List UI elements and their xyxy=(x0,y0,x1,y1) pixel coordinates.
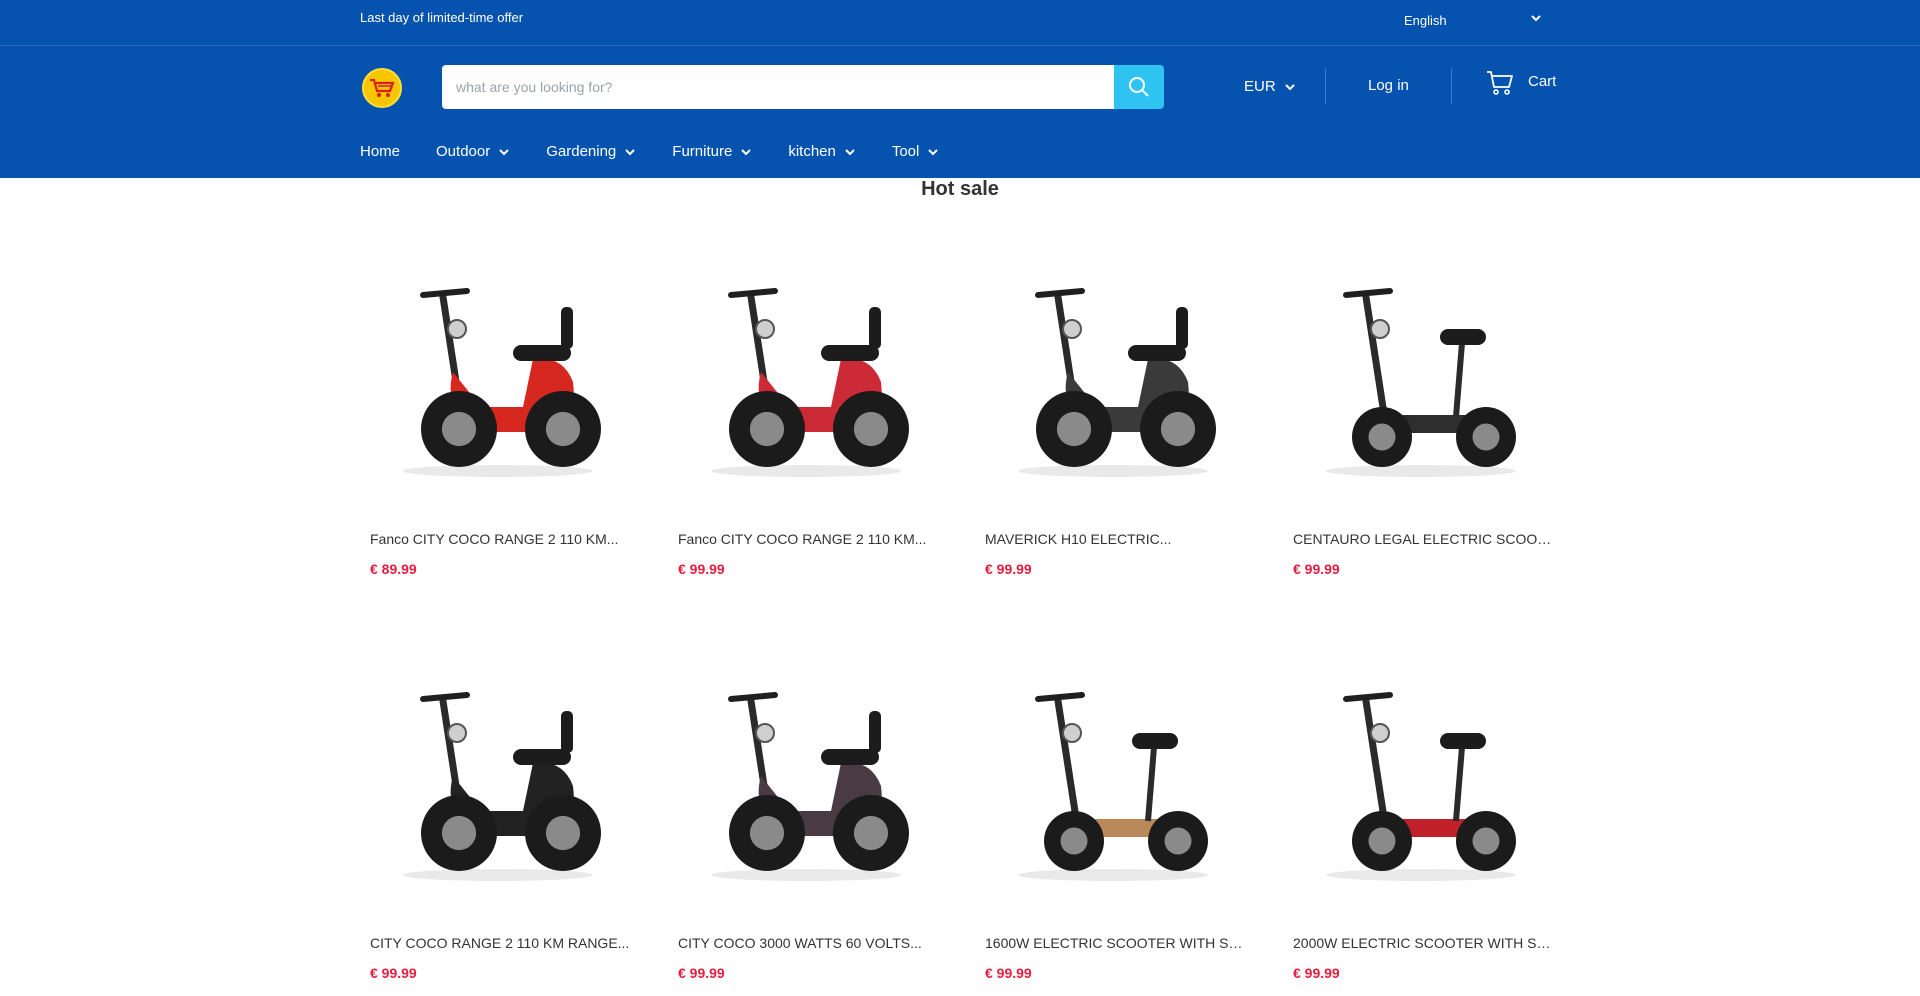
product-image[interactable] xyxy=(678,646,934,906)
product-price: € 99.99 xyxy=(985,561,1032,577)
product-image[interactable] xyxy=(985,242,1241,502)
scooter-illustration xyxy=(403,288,601,477)
product-price: € 99.99 xyxy=(1293,561,1340,577)
store-logo[interactable] xyxy=(362,68,402,108)
chevron-down-icon xyxy=(1284,83,1295,90)
nav-label: Furniture xyxy=(672,143,733,160)
product-title[interactable]: MAVERICK H10 ELECTRIC... xyxy=(985,531,1247,547)
nav-item-kitchen[interactable]: kitchen xyxy=(788,143,856,160)
nav-item-outdoor[interactable]: Outdoor xyxy=(436,143,510,160)
chevron-down-icon xyxy=(1530,12,1542,27)
cart-icon xyxy=(1487,71,1513,95)
product-image[interactable] xyxy=(1293,646,1549,906)
chevron-down-icon xyxy=(499,148,509,155)
cart-label: Cart xyxy=(1528,73,1557,90)
nav-label: Outdoor xyxy=(436,143,491,160)
product-card[interactable]: 2000W ELECTRIC SCOOTER WITH SE... € 99.9… xyxy=(1283,636,1559,996)
product-price: € 99.99 xyxy=(985,965,1032,981)
product-image[interactable] xyxy=(678,242,934,502)
nav-item-home[interactable]: Home xyxy=(360,143,400,160)
product-card[interactable]: CITY COCO 3000 WATTS 60 VOLTS... € 99.99 xyxy=(668,636,944,996)
language-label: English xyxy=(1404,13,1447,28)
currency-label: EUR xyxy=(1244,78,1276,95)
chevron-down-icon xyxy=(928,148,939,155)
header-divider xyxy=(1325,68,1326,104)
nav-label: Home xyxy=(360,143,401,160)
site-header: EUR Log in Cart Home Outdoor Gardening F… xyxy=(0,46,1920,178)
product-price: € 99.99 xyxy=(370,965,417,981)
product-card[interactable]: MAVERICK H10 ELECTRIC... € 99.99 xyxy=(975,232,1251,592)
product-title[interactable]: CENTAURO LEGAL ELECTRIC SCOOTE... xyxy=(1293,531,1555,547)
product-title[interactable]: Fanco CITY COCO RANGE 2 110 KM... xyxy=(370,531,632,547)
chevron-down-icon xyxy=(625,148,635,155)
product-card[interactable]: 1600W ELECTRIC SCOOTER WITH SE... € 99.9… xyxy=(975,636,1251,996)
search-icon xyxy=(1129,77,1149,97)
product-price: € 99.99 xyxy=(1293,965,1340,981)
product-card[interactable]: CITY COCO RANGE 2 110 KM RANGE... € 99.9… xyxy=(360,636,636,996)
scooter-illustration xyxy=(1018,288,1216,477)
scooter-illustration xyxy=(1018,692,1208,881)
scooter-illustration xyxy=(403,692,601,881)
promo-text: Last day of limited-time offer xyxy=(360,10,524,25)
nav-label: Tool xyxy=(891,143,920,160)
nav-label: kitchen xyxy=(788,143,836,160)
scooter-illustration xyxy=(711,288,909,477)
cart-logo-icon xyxy=(370,78,395,97)
nav-item-tool[interactable]: Tool xyxy=(892,143,940,160)
nav-label: Gardening xyxy=(546,143,617,160)
cart-link[interactable]: Cart xyxy=(1486,70,1556,96)
language-selector[interactable]: English xyxy=(1404,13,1542,28)
product-title[interactable]: CITY COCO 3000 WATTS 60 VOLTS... xyxy=(678,935,940,951)
chevron-down-icon xyxy=(845,148,855,155)
header-divider xyxy=(1451,68,1452,104)
product-price: € 89.99 xyxy=(370,561,417,577)
product-title[interactable]: CITY COCO RANGE 2 110 KM RANGE... xyxy=(370,935,632,951)
search-button[interactable] xyxy=(1114,65,1164,109)
nav-item-gardening[interactable]: Gardening xyxy=(546,143,636,160)
product-title[interactable]: Fanco CITY COCO RANGE 2 110 KM... xyxy=(678,531,940,547)
product-image[interactable] xyxy=(370,646,626,906)
chevron-down-icon xyxy=(741,148,752,155)
product-image[interactable] xyxy=(370,242,626,502)
search-bar xyxy=(442,65,1164,109)
product-image[interactable] xyxy=(985,646,1241,906)
login-link[interactable]: Log in xyxy=(1368,77,1409,94)
scooter-illustration xyxy=(711,692,909,881)
product-card[interactable]: Fanco CITY COCO RANGE 2 110 KM... € 99.9… xyxy=(668,232,944,592)
product-price: € 99.99 xyxy=(678,561,725,577)
product-image[interactable] xyxy=(1293,242,1549,502)
product-price: € 99.99 xyxy=(678,965,725,981)
scooter-illustration xyxy=(1326,692,1516,881)
nav-item-furniture[interactable]: Furniture xyxy=(672,143,752,160)
product-card[interactable]: CENTAURO LEGAL ELECTRIC SCOOTE... € 99.9… xyxy=(1283,232,1559,592)
main-nav: Home Outdoor Gardening Furniture kitchen… xyxy=(360,143,975,160)
search-input[interactable] xyxy=(442,65,1114,109)
product-card[interactable]: Fanco CITY COCO RANGE 2 110 KM... € 89.9… xyxy=(360,232,636,592)
product-title[interactable]: 2000W ELECTRIC SCOOTER WITH SE... xyxy=(1293,935,1555,951)
announcement-bar: Last day of limited-time offer English xyxy=(0,0,1920,46)
scooter-illustration xyxy=(1326,288,1516,477)
currency-selector[interactable]: EUR xyxy=(1244,78,1296,95)
product-title[interactable]: 1600W ELECTRIC SCOOTER WITH SE... xyxy=(985,935,1247,951)
section-title: Hot sale xyxy=(921,178,999,200)
